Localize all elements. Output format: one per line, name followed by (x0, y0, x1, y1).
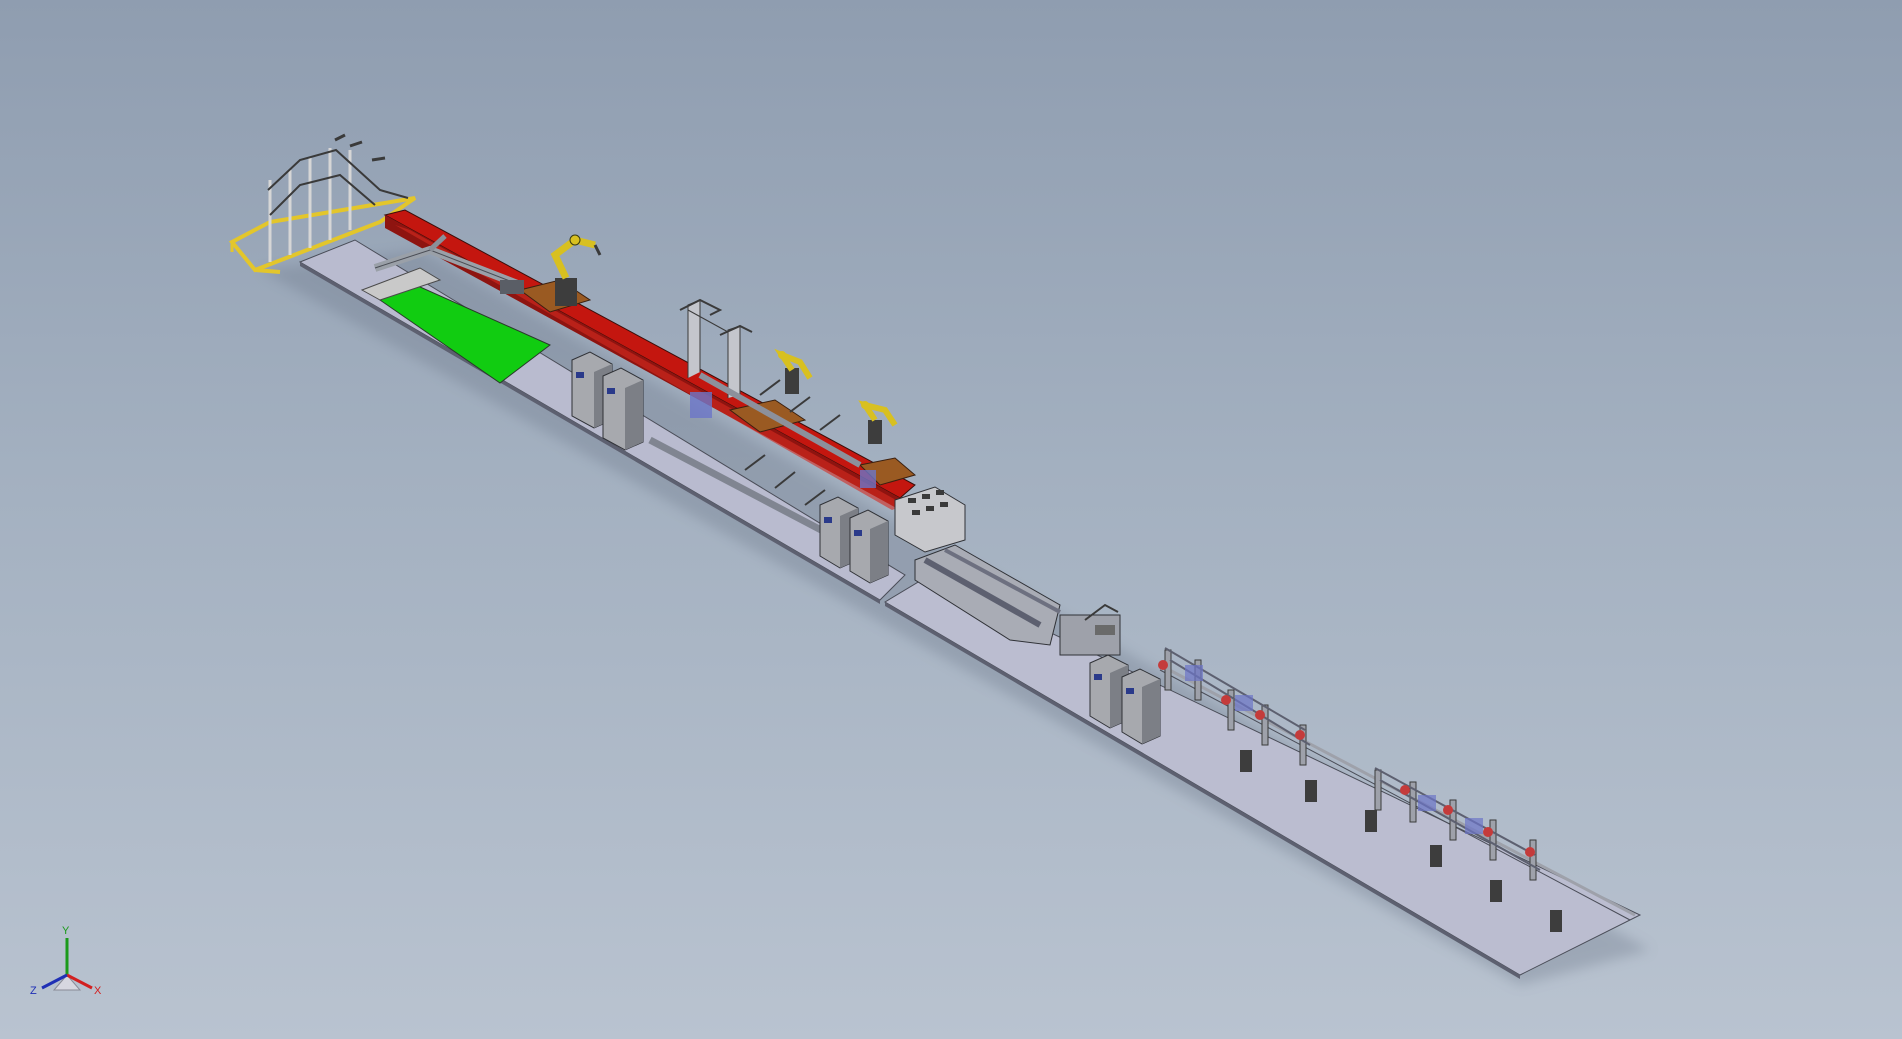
robot-arm-3[interactable] (858, 400, 898, 444)
x-axis-label: X (94, 985, 102, 997)
production-line-model[interactable] (0, 0, 1902, 1039)
z-axis-label: Z (30, 985, 37, 997)
loading-rack[interactable] (228, 133, 417, 274)
orientation-triad[interactable]: Y X Z (22, 920, 112, 1010)
control-cabinet-6[interactable] (1121, 668, 1161, 745)
floor-plate-2-edge (885, 602, 1520, 979)
triad-base (52, 974, 82, 991)
robot-arm-2[interactable] (774, 348, 813, 394)
floor-plate-2 (884, 574, 1642, 976)
control-cabinet-2[interactable] (602, 367, 644, 451)
y-axis-label: Y (62, 925, 70, 937)
cad-viewport[interactable]: Y X Z (0, 0, 1902, 1039)
control-cabinet-4[interactable] (849, 509, 889, 584)
